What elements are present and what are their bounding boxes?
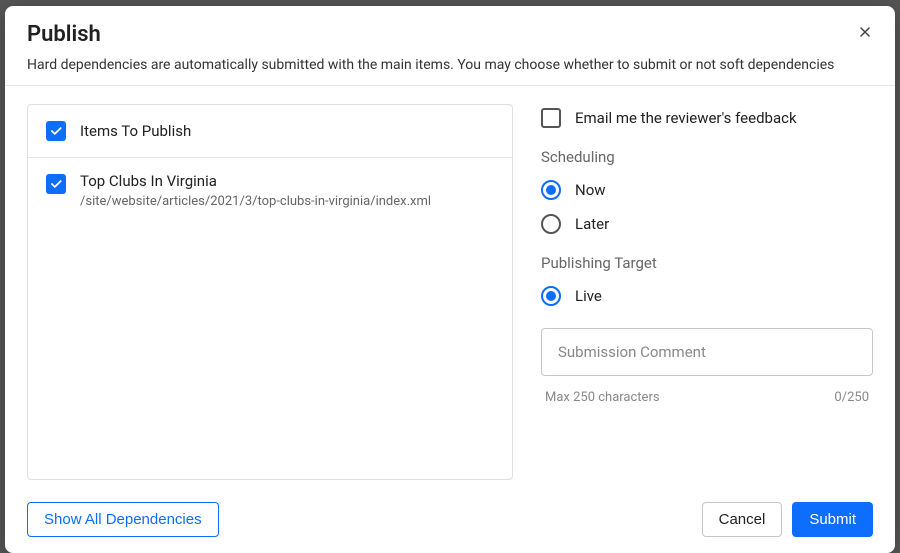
dialog-footer: Show All Dependencies Cancel Submit xyxy=(5,490,895,553)
dialog-title: Publish xyxy=(27,22,873,47)
select-all-checkbox[interactable] xyxy=(46,121,66,141)
submission-comment-input[interactable]: Submission Comment xyxy=(541,328,873,376)
item-checkbox[interactable] xyxy=(46,174,66,194)
close-button[interactable] xyxy=(853,20,877,44)
scheduling-now-option[interactable]: Now xyxy=(541,180,873,200)
email-feedback-checkbox[interactable] xyxy=(541,108,561,128)
dialog-body: Items To Publish Top Clubs In Virginia /… xyxy=(5,86,895,490)
items-panel-header: Items To Publish xyxy=(28,105,512,158)
scheduling-later-radio[interactable] xyxy=(541,214,561,234)
show-dependencies-button[interactable]: Show All Dependencies xyxy=(27,502,219,537)
dialog-header: Publish Hard dependencies are automatica… xyxy=(5,6,895,86)
char-counter: 0/250 xyxy=(834,390,869,405)
scheduling-later-label: Later xyxy=(575,215,609,233)
cancel-button[interactable]: Cancel xyxy=(702,502,783,537)
email-feedback-label: Email me the reviewer's feedback xyxy=(575,109,797,127)
scheduling-section-label: Scheduling xyxy=(541,148,873,166)
close-icon xyxy=(857,24,873,40)
publishing-target-section-label: Publishing Target xyxy=(541,254,873,272)
items-panel: Items To Publish Top Clubs In Virginia /… xyxy=(27,104,513,480)
options-panel: Email me the reviewer's feedback Schedul… xyxy=(541,104,873,480)
max-chars-label: Max 250 characters xyxy=(545,390,660,405)
publish-dialog: Publish Hard dependencies are automatica… xyxy=(5,6,895,553)
scheduling-later-option[interactable]: Later xyxy=(541,214,873,234)
comment-placeholder: Submission Comment xyxy=(558,343,706,361)
item-title: Top Clubs In Virginia xyxy=(80,172,431,190)
items-panel-header-label: Items To Publish xyxy=(80,122,191,140)
target-live-option[interactable]: Live xyxy=(541,286,873,306)
check-icon xyxy=(49,177,63,191)
scheduling-now-label: Now xyxy=(575,181,606,199)
target-live-label: Live xyxy=(575,287,602,305)
scheduling-now-radio[interactable] xyxy=(541,180,561,200)
check-icon xyxy=(49,124,63,138)
item-path: /site/website/articles/2021/3/top-clubs-… xyxy=(80,194,431,209)
target-live-radio[interactable] xyxy=(541,286,561,306)
email-feedback-option[interactable]: Email me the reviewer's feedback xyxy=(541,108,873,128)
submit-button[interactable]: Submit xyxy=(792,502,873,537)
list-item: Top Clubs In Virginia /site/website/arti… xyxy=(28,158,512,223)
char-counter-row: Max 250 characters 0/250 xyxy=(541,390,873,405)
dialog-subtitle: Hard dependencies are automatically subm… xyxy=(27,57,873,73)
